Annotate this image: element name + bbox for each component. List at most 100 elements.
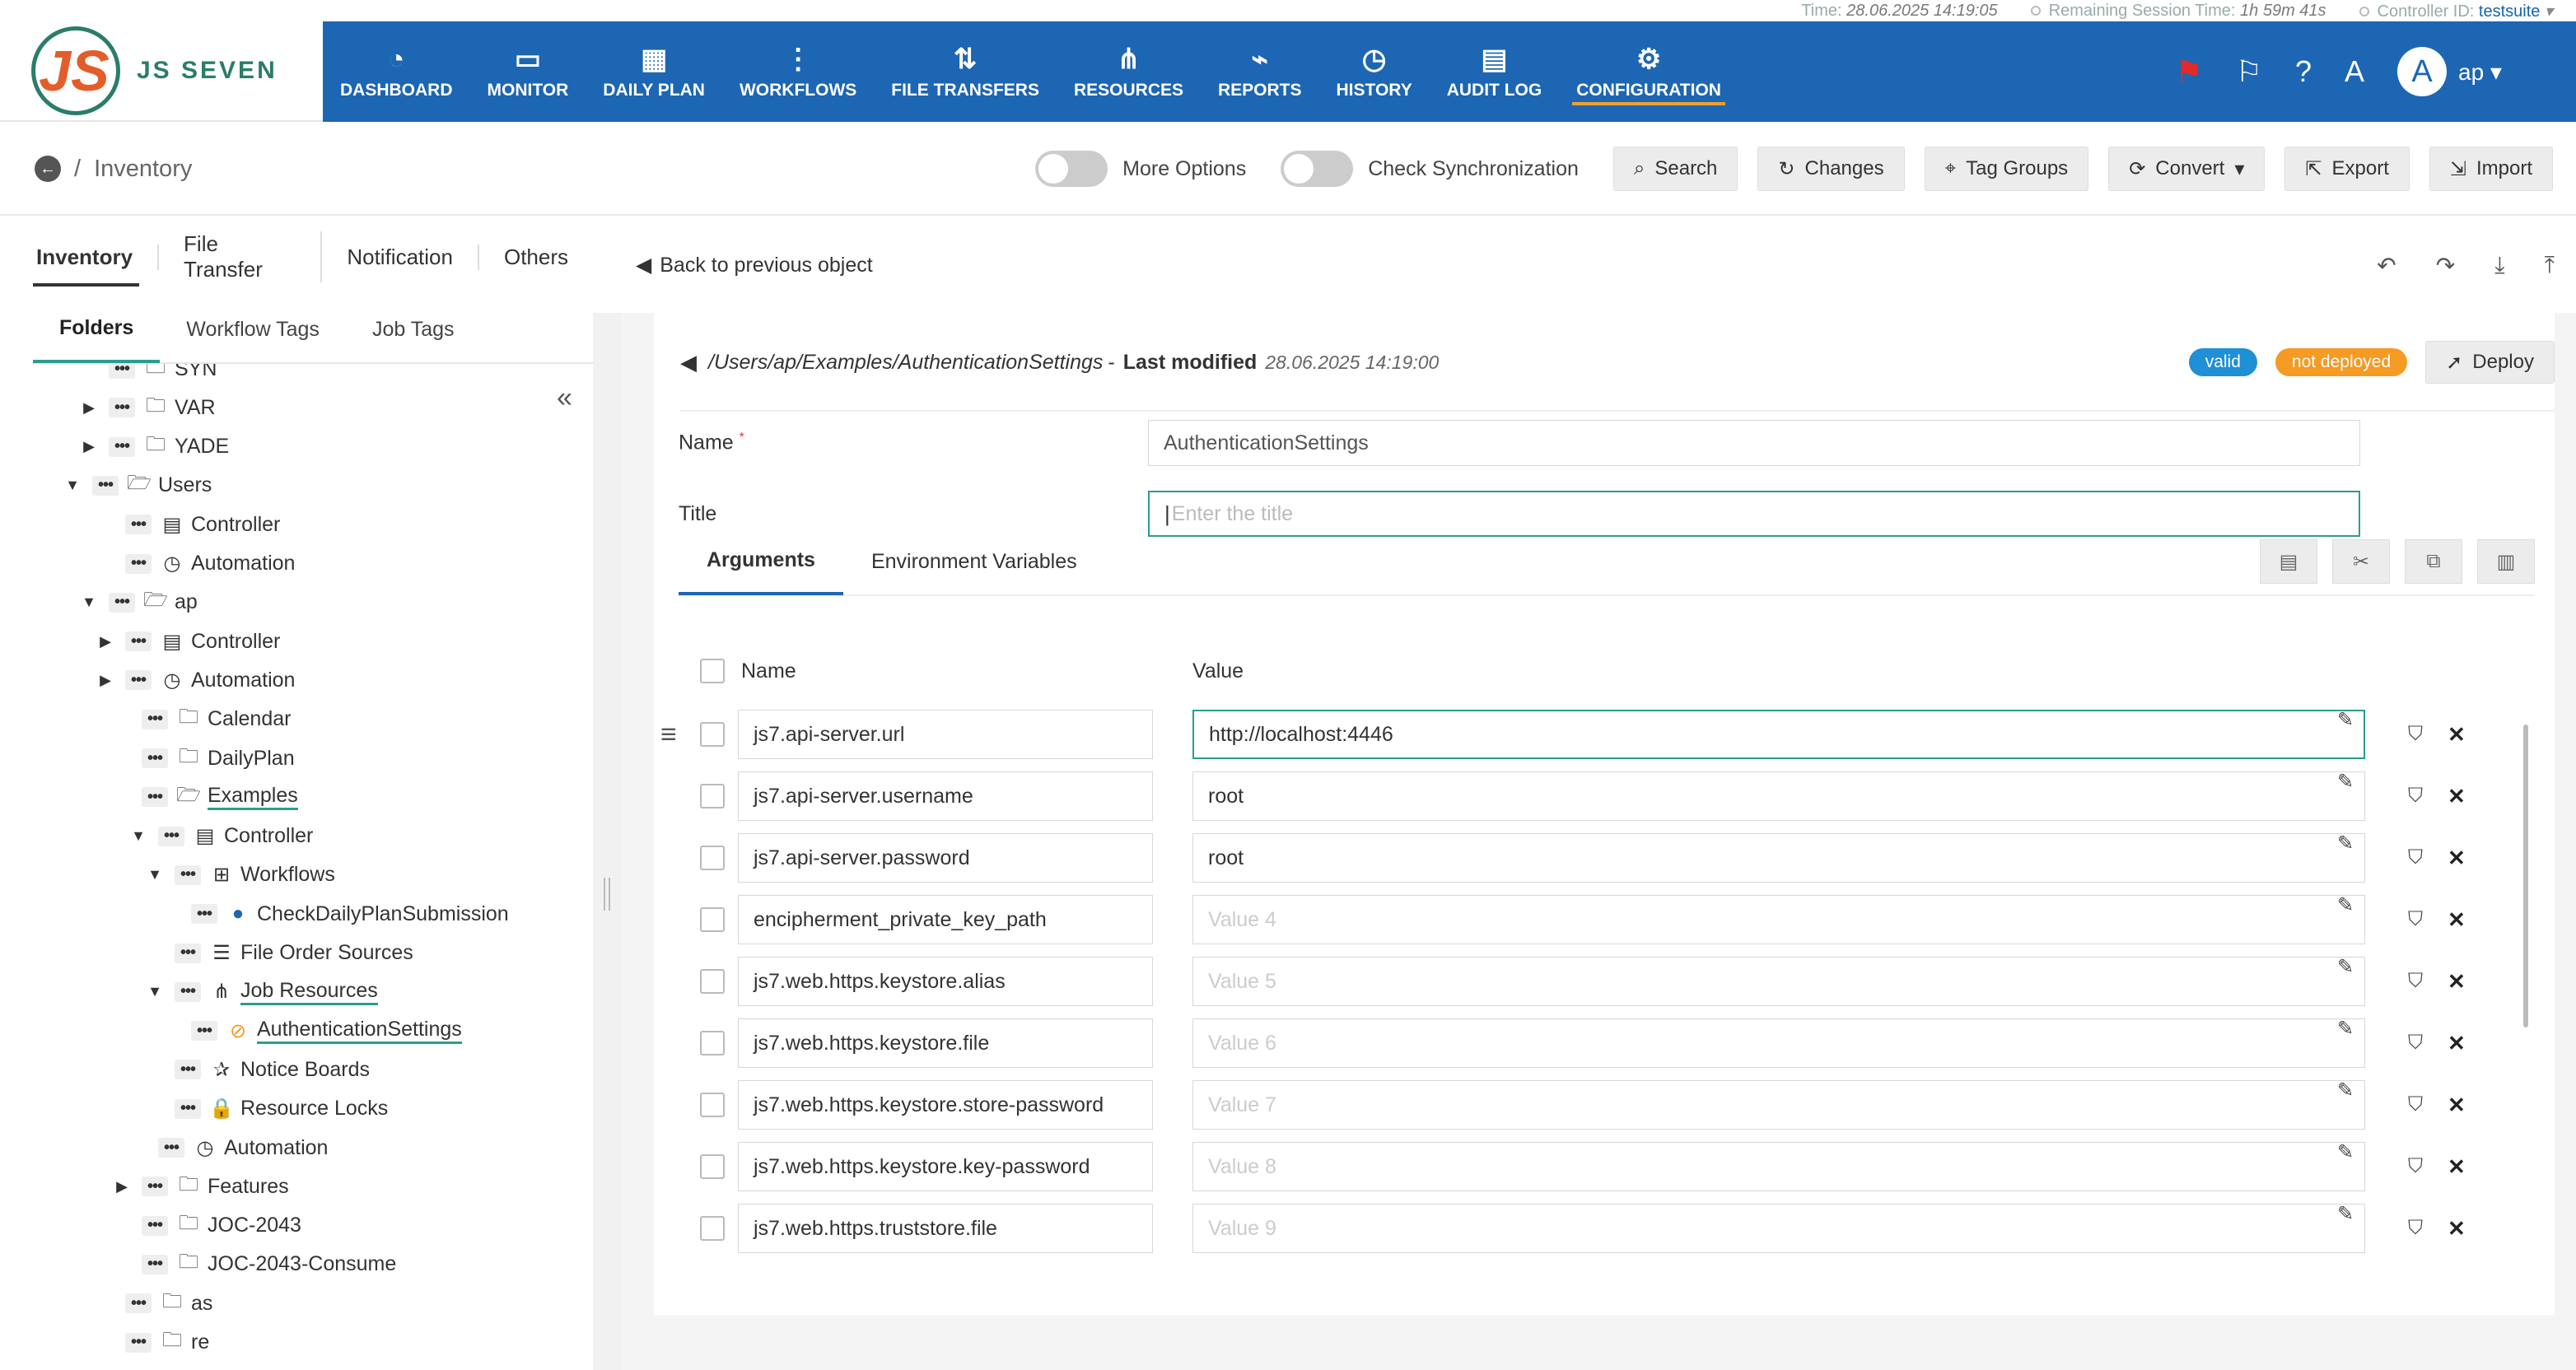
tree-item[interactable]: ▶ ••• 🗀 YADE [81, 431, 229, 464]
tree-item[interactable]: ••• 🔒 Resource Locks [147, 1093, 388, 1125]
caret-icon[interactable]: ▶ [81, 438, 97, 455]
remove-icon[interactable]: ✕ [2448, 722, 2466, 748]
edit-icon[interactable]: ✎ [2337, 1017, 2354, 1041]
argument-value-input[interactable]: Value 7 [1192, 1080, 2365, 1130]
shield-icon[interactable]: ⛉ [2408, 1217, 2423, 1240]
tree-item[interactable]: ••• 🗀 JOC-2043-Consume [114, 1248, 396, 1281]
remove-icon[interactable]: ✕ [2448, 1154, 2466, 1180]
argument-value-input[interactable]: Value 8 [1192, 1142, 2365, 1191]
shield-icon[interactable]: ⛉ [2408, 846, 2423, 869]
argument-name-input[interactable]: js7.web.https.truststore.file [738, 1204, 1153, 1253]
nav-dashboard[interactable]: ◔ DASHBOARD [323, 21, 470, 122]
edit-icon[interactable]: ✎ [2337, 832, 2354, 855]
tab-file-transfer[interactable]: File Transfer [159, 231, 323, 282]
edit-icon[interactable]: ✎ [2337, 955, 2354, 979]
tree-item[interactable]: ▶ ••• 🗀 Features [114, 1170, 289, 1203]
edit-icon[interactable]: ✎ [2337, 1202, 2354, 1226]
row-checkbox[interactable] [700, 1031, 725, 1055]
back-icon[interactable]: ◀ [680, 350, 697, 375]
tree-item[interactable]: ••• 🗀 as [97, 1287, 212, 1320]
tree-item[interactable]: ••• 🗀 re [97, 1326, 209, 1359]
nav-monitor[interactable]: ▭ MONITOR [470, 21, 586, 122]
brand-logo[interactable]: JS JS SEVEN [0, 21, 323, 122]
name-input[interactable]: AuthenticationSettings [1148, 420, 2360, 466]
tree-item[interactable]: ▶ ••• 🗀 VAR [81, 391, 215, 424]
row-checkbox[interactable] [700, 784, 725, 808]
tab-environment-variables[interactable]: Environment Variables [843, 528, 1105, 595]
tab-workflow-tags[interactable]: Workflow Tags [160, 296, 346, 363]
edit-icon[interactable]: ✎ [2337, 770, 2354, 794]
upload-icon[interactable]: ⤒ [2545, 252, 2555, 279]
more-actions-icon[interactable]: ••• [142, 787, 168, 808]
more-actions-icon[interactable]: ••• [109, 436, 135, 457]
language-icon[interactable]: A [2345, 54, 2364, 89]
caret-icon[interactable]: ▶ [97, 672, 114, 689]
tree-item[interactable]: ▶ ••• ◷ Automation [97, 664, 295, 697]
tree-item[interactable]: ▼ ••• 🗁 ap [81, 586, 198, 619]
tree-item[interactable]: ▶ ••• ▤ Controller [97, 625, 280, 658]
argument-value-input[interactable]: http://localhost:4446 [1192, 710, 2365, 759]
tree-item[interactable]: ••• 🗀 JOC-2043 [114, 1209, 301, 1242]
remove-icon[interactable]: ✕ [2448, 1216, 2466, 1242]
tree-item[interactable]: ▼ ••• 🗁 Users [64, 469, 212, 502]
import-button[interactable]: ⇲ Import [2429, 147, 2553, 191]
tag-groups-button[interactable]: ⌖ Tag Groups [1924, 147, 2089, 191]
shield-icon[interactable]: ⛉ [2408, 1155, 2423, 1178]
more-actions-icon[interactable]: ••• [142, 1215, 168, 1236]
shield-icon[interactable]: ⛉ [2408, 908, 2423, 931]
edit-icon[interactable]: ✎ [2337, 1140, 2354, 1164]
remove-icon[interactable]: ✕ [2448, 969, 2466, 995]
tree-item[interactable]: ••• ✰ Notice Boards [147, 1053, 370, 1086]
check-sync-toggle[interactable]: Check Synchronization [1281, 151, 1579, 187]
row-checkbox[interactable] [700, 1154, 725, 1179]
undo-icon[interactable]: ↶ [2377, 252, 2396, 279]
deploy-button[interactable]: ➚ Deploy [2425, 341, 2555, 384]
nav-workflows[interactable]: ⋮ WORKFLOWS [722, 21, 874, 122]
more-actions-icon[interactable]: ••• [175, 1060, 201, 1080]
more-actions-icon[interactable]: ••• [109, 364, 135, 379]
nav-audit-log[interactable]: ▤ AUDIT LOG [1430, 21, 1560, 122]
tree-item[interactable]: ••• 🗀 Calendar [114, 703, 291, 736]
argument-value-input[interactable]: Value 9 [1192, 1204, 2365, 1253]
edit-icon[interactable]: ✎ [2337, 893, 2354, 917]
row-checkbox[interactable] [700, 907, 725, 932]
more-actions-icon[interactable]: ••• [175, 1098, 201, 1119]
argument-name-input[interactable]: js7.api-server.url [738, 710, 1153, 759]
argument-name-input[interactable]: encipherment_private_key_path [738, 895, 1153, 944]
more-actions-icon[interactable]: ••• [191, 904, 217, 925]
caret-icon[interactable]: ▼ [81, 594, 97, 611]
argument-value-input[interactable]: Value 4 [1192, 895, 2365, 944]
argument-value-input[interactable]: Value 5 [1192, 957, 2365, 1006]
more-actions-icon[interactable]: ••• [109, 398, 135, 418]
user-menu[interactable]: ap ▾ [2458, 58, 2502, 86]
caret-icon[interactable]: ▼ [147, 866, 163, 883]
more-actions-icon[interactable]: ••• [125, 515, 152, 535]
export-button[interactable]: ⇱ Export [2284, 147, 2410, 191]
drag-handle-icon[interactable]: ≡ [660, 719, 677, 751]
more-actions-icon[interactable]: ••• [191, 1021, 217, 1041]
more-actions-icon[interactable]: ••• [125, 1293, 152, 1314]
more-actions-icon[interactable]: ••• [158, 826, 184, 846]
select-all-checkbox[interactable] [700, 659, 725, 683]
redo-icon[interactable]: ↷ [2436, 252, 2455, 279]
tree-item[interactable]: ••• ◷ Automation [130, 1131, 328, 1164]
argument-name-input[interactable]: js7.web.https.keystore.key-password [738, 1142, 1153, 1191]
argument-value-input[interactable]: root [1192, 771, 2365, 821]
panel-splitter[interactable] [593, 313, 621, 1370]
row-checkbox[interactable] [700, 846, 725, 870]
more-actions-icon[interactable]: ••• [125, 670, 152, 691]
argument-value-input[interactable]: Value 6 [1192, 1018, 2365, 1068]
edit-icon[interactable]: ✎ [2337, 1079, 2354, 1102]
nav-resources[interactable]: ⋔ RESOURCES [1057, 21, 1201, 122]
row-checkbox[interactable] [700, 1093, 725, 1117]
more-actions-icon[interactable]: ••• [125, 1332, 152, 1353]
more-actions-icon[interactable]: ••• [125, 631, 152, 652]
caret-icon[interactable]: ▼ [130, 827, 147, 845]
tab-arguments[interactable]: Arguments [679, 528, 843, 595]
tree-item[interactable]: ••• ◷ Automation [97, 548, 295, 580]
argument-name-input[interactable]: js7.web.https.keystore.file [738, 1018, 1153, 1068]
changes-button[interactable]: ↻ Changes [1757, 147, 1905, 191]
cut-icon[interactable]: ✂ [2332, 539, 2390, 584]
tree-item[interactable]: ••• ☰ File Order Sources [147, 937, 413, 970]
notification-flags-icon[interactable]: ⚐ [2236, 54, 2262, 89]
